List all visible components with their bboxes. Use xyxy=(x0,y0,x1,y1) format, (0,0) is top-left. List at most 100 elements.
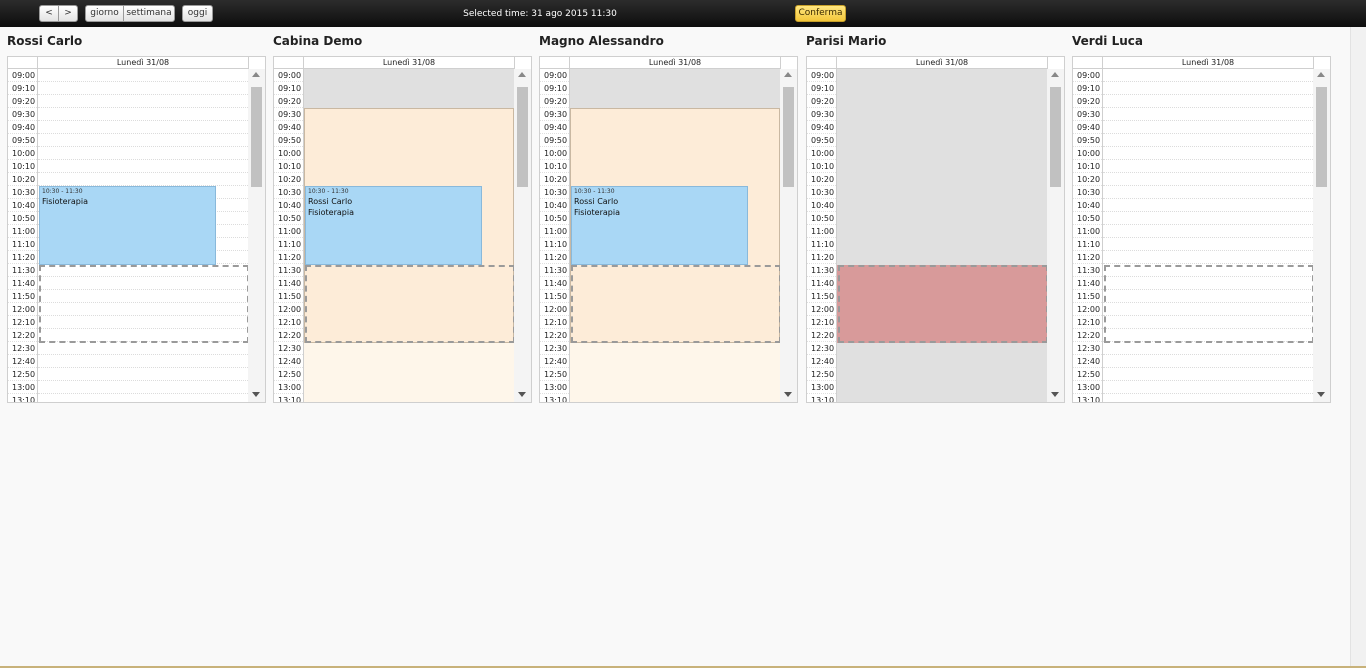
time-label: 13:10 xyxy=(540,394,569,402)
calendar-scrollbar[interactable] xyxy=(1313,69,1330,402)
calendar-column: Magno Alessandro Lunedì 31/08 09:00 09:10… xyxy=(539,27,798,407)
time-label: 10:00 xyxy=(1073,147,1102,160)
unavailable-zone xyxy=(837,69,1047,402)
time-slots[interactable] xyxy=(1102,69,1314,402)
selection-box[interactable] xyxy=(39,265,249,343)
time-label: 12:50 xyxy=(8,368,37,381)
time-label: 09:30 xyxy=(8,108,37,121)
appointment-event[interactable]: 10:30 - 11:30 Rossi Carlo Fisioterapia xyxy=(305,186,482,265)
time-label: 09:50 xyxy=(274,134,303,147)
calendar-scrollbar[interactable] xyxy=(248,69,265,402)
confirm-button[interactable]: Conferma xyxy=(795,5,846,22)
time-label: 11:50 xyxy=(807,290,836,303)
time-label: 12:50 xyxy=(274,368,303,381)
time-label: 13:00 xyxy=(274,381,303,394)
next-button[interactable]: > xyxy=(58,5,78,22)
calendar-scrollbar[interactable] xyxy=(1047,69,1064,402)
scroll-thumb[interactable] xyxy=(1050,87,1061,187)
event-client: Rossi Carlo xyxy=(574,197,619,206)
time-label: 11:10 xyxy=(1073,238,1102,251)
time-label: 11:40 xyxy=(8,277,37,290)
time-label: 09:10 xyxy=(1073,82,1102,95)
scroll-up-icon[interactable] xyxy=(1317,72,1325,77)
time-label: 10:10 xyxy=(540,160,569,173)
time-label: 12:30 xyxy=(540,342,569,355)
day-header: Lunedì 31/08 xyxy=(303,57,515,69)
time-label: 10:10 xyxy=(8,160,37,173)
event-time: 10:30 - 11:30 xyxy=(42,188,83,195)
appointment-event[interactable]: 10:30 - 11:30 Rossi Carlo Fisioterapia xyxy=(571,186,748,265)
slot-line xyxy=(1103,107,1313,108)
event-client: Rossi Carlo xyxy=(308,197,353,206)
time-label: 11:30 xyxy=(1073,264,1102,277)
unavailable-zone xyxy=(570,69,780,108)
page-scrollbar[interactable] xyxy=(1350,27,1366,668)
calendar-scrollbar[interactable] xyxy=(780,69,797,402)
scroll-thumb[interactable] xyxy=(1316,87,1327,187)
slot-line xyxy=(38,133,248,134)
time-label: 09:40 xyxy=(1073,121,1102,134)
scroll-up-icon[interactable] xyxy=(252,72,260,77)
time-label: 10:50 xyxy=(807,212,836,225)
time-label: 10:10 xyxy=(807,160,836,173)
time-label: 09:20 xyxy=(807,95,836,108)
time-slots[interactable]: 10:30 - 11:30 Rossi Carlo Fisioterapia xyxy=(569,69,781,402)
time-slots[interactable] xyxy=(836,69,1048,402)
time-slots[interactable]: 10:30 - 11:30 Fisioterapia xyxy=(37,69,249,402)
event-service: Fisioterapia xyxy=(42,197,88,206)
scroll-up-icon[interactable] xyxy=(518,72,526,77)
time-label: 11:00 xyxy=(540,225,569,238)
time-label: 11:30 xyxy=(8,264,37,277)
scroll-thumb[interactable] xyxy=(251,87,262,187)
week-view-button[interactable]: settimana xyxy=(123,5,175,22)
slot-line xyxy=(1103,354,1313,355)
time-label: 09:10 xyxy=(8,82,37,95)
time-label: 10:10 xyxy=(274,160,303,173)
time-label: 09:30 xyxy=(274,108,303,121)
scroll-thumb[interactable] xyxy=(517,87,528,187)
scroll-down-icon[interactable] xyxy=(518,392,526,397)
calendar-column: Rossi Carlo Lunedì 31/08 09:00 09:10 09:20… xyxy=(7,27,266,407)
time-label: 12:10 xyxy=(540,316,569,329)
time-label: 09:20 xyxy=(1073,95,1102,108)
time-label: 12:20 xyxy=(1073,329,1102,342)
scroll-down-icon[interactable] xyxy=(252,392,260,397)
time-label: 10:40 xyxy=(807,199,836,212)
time-label: 09:50 xyxy=(8,134,37,147)
time-label: 12:00 xyxy=(274,303,303,316)
time-slots[interactable]: 10:30 - 11:30 Rossi Carlo Fisioterapia xyxy=(303,69,515,402)
calendar-scrollbar[interactable] xyxy=(514,69,531,402)
day-header: Lunedì 31/08 xyxy=(569,57,781,69)
today-button[interactable]: oggi xyxy=(182,5,213,22)
time-label: 10:50 xyxy=(1073,212,1102,225)
selection-box[interactable] xyxy=(838,265,1048,343)
time-label: 10:20 xyxy=(8,173,37,186)
time-label: 09:00 xyxy=(8,69,37,82)
selection-box[interactable] xyxy=(571,265,781,343)
selection-box[interactable] xyxy=(305,265,515,343)
day-header: Lunedì 31/08 xyxy=(37,57,249,69)
time-label: 10:50 xyxy=(8,212,37,225)
scroll-up-icon[interactable] xyxy=(1051,72,1059,77)
time-label: 13:10 xyxy=(8,394,37,402)
day-view-button[interactable]: giorno xyxy=(85,5,124,22)
scroll-thumb[interactable] xyxy=(783,87,794,187)
scroll-up-icon[interactable] xyxy=(784,72,792,77)
scroll-down-icon[interactable] xyxy=(1317,392,1325,397)
prev-button[interactable]: < xyxy=(39,5,59,22)
time-label: 10:40 xyxy=(1073,199,1102,212)
time-label: 12:00 xyxy=(807,303,836,316)
time-label: 11:00 xyxy=(1073,225,1102,238)
scroll-down-icon[interactable] xyxy=(784,392,792,397)
appointment-event[interactable]: 10:30 - 11:30 Fisioterapia xyxy=(39,186,216,265)
event-service: Fisioterapia xyxy=(308,208,354,217)
slot-line xyxy=(38,81,248,82)
event-time: 10:30 - 11:30 xyxy=(308,188,349,195)
time-label: 09:30 xyxy=(1073,108,1102,121)
slot-line xyxy=(38,159,248,160)
time-label: 11:40 xyxy=(807,277,836,290)
time-label: 12:10 xyxy=(274,316,303,329)
time-label: 11:30 xyxy=(274,264,303,277)
scroll-down-icon[interactable] xyxy=(1051,392,1059,397)
selection-box[interactable] xyxy=(1104,265,1314,343)
